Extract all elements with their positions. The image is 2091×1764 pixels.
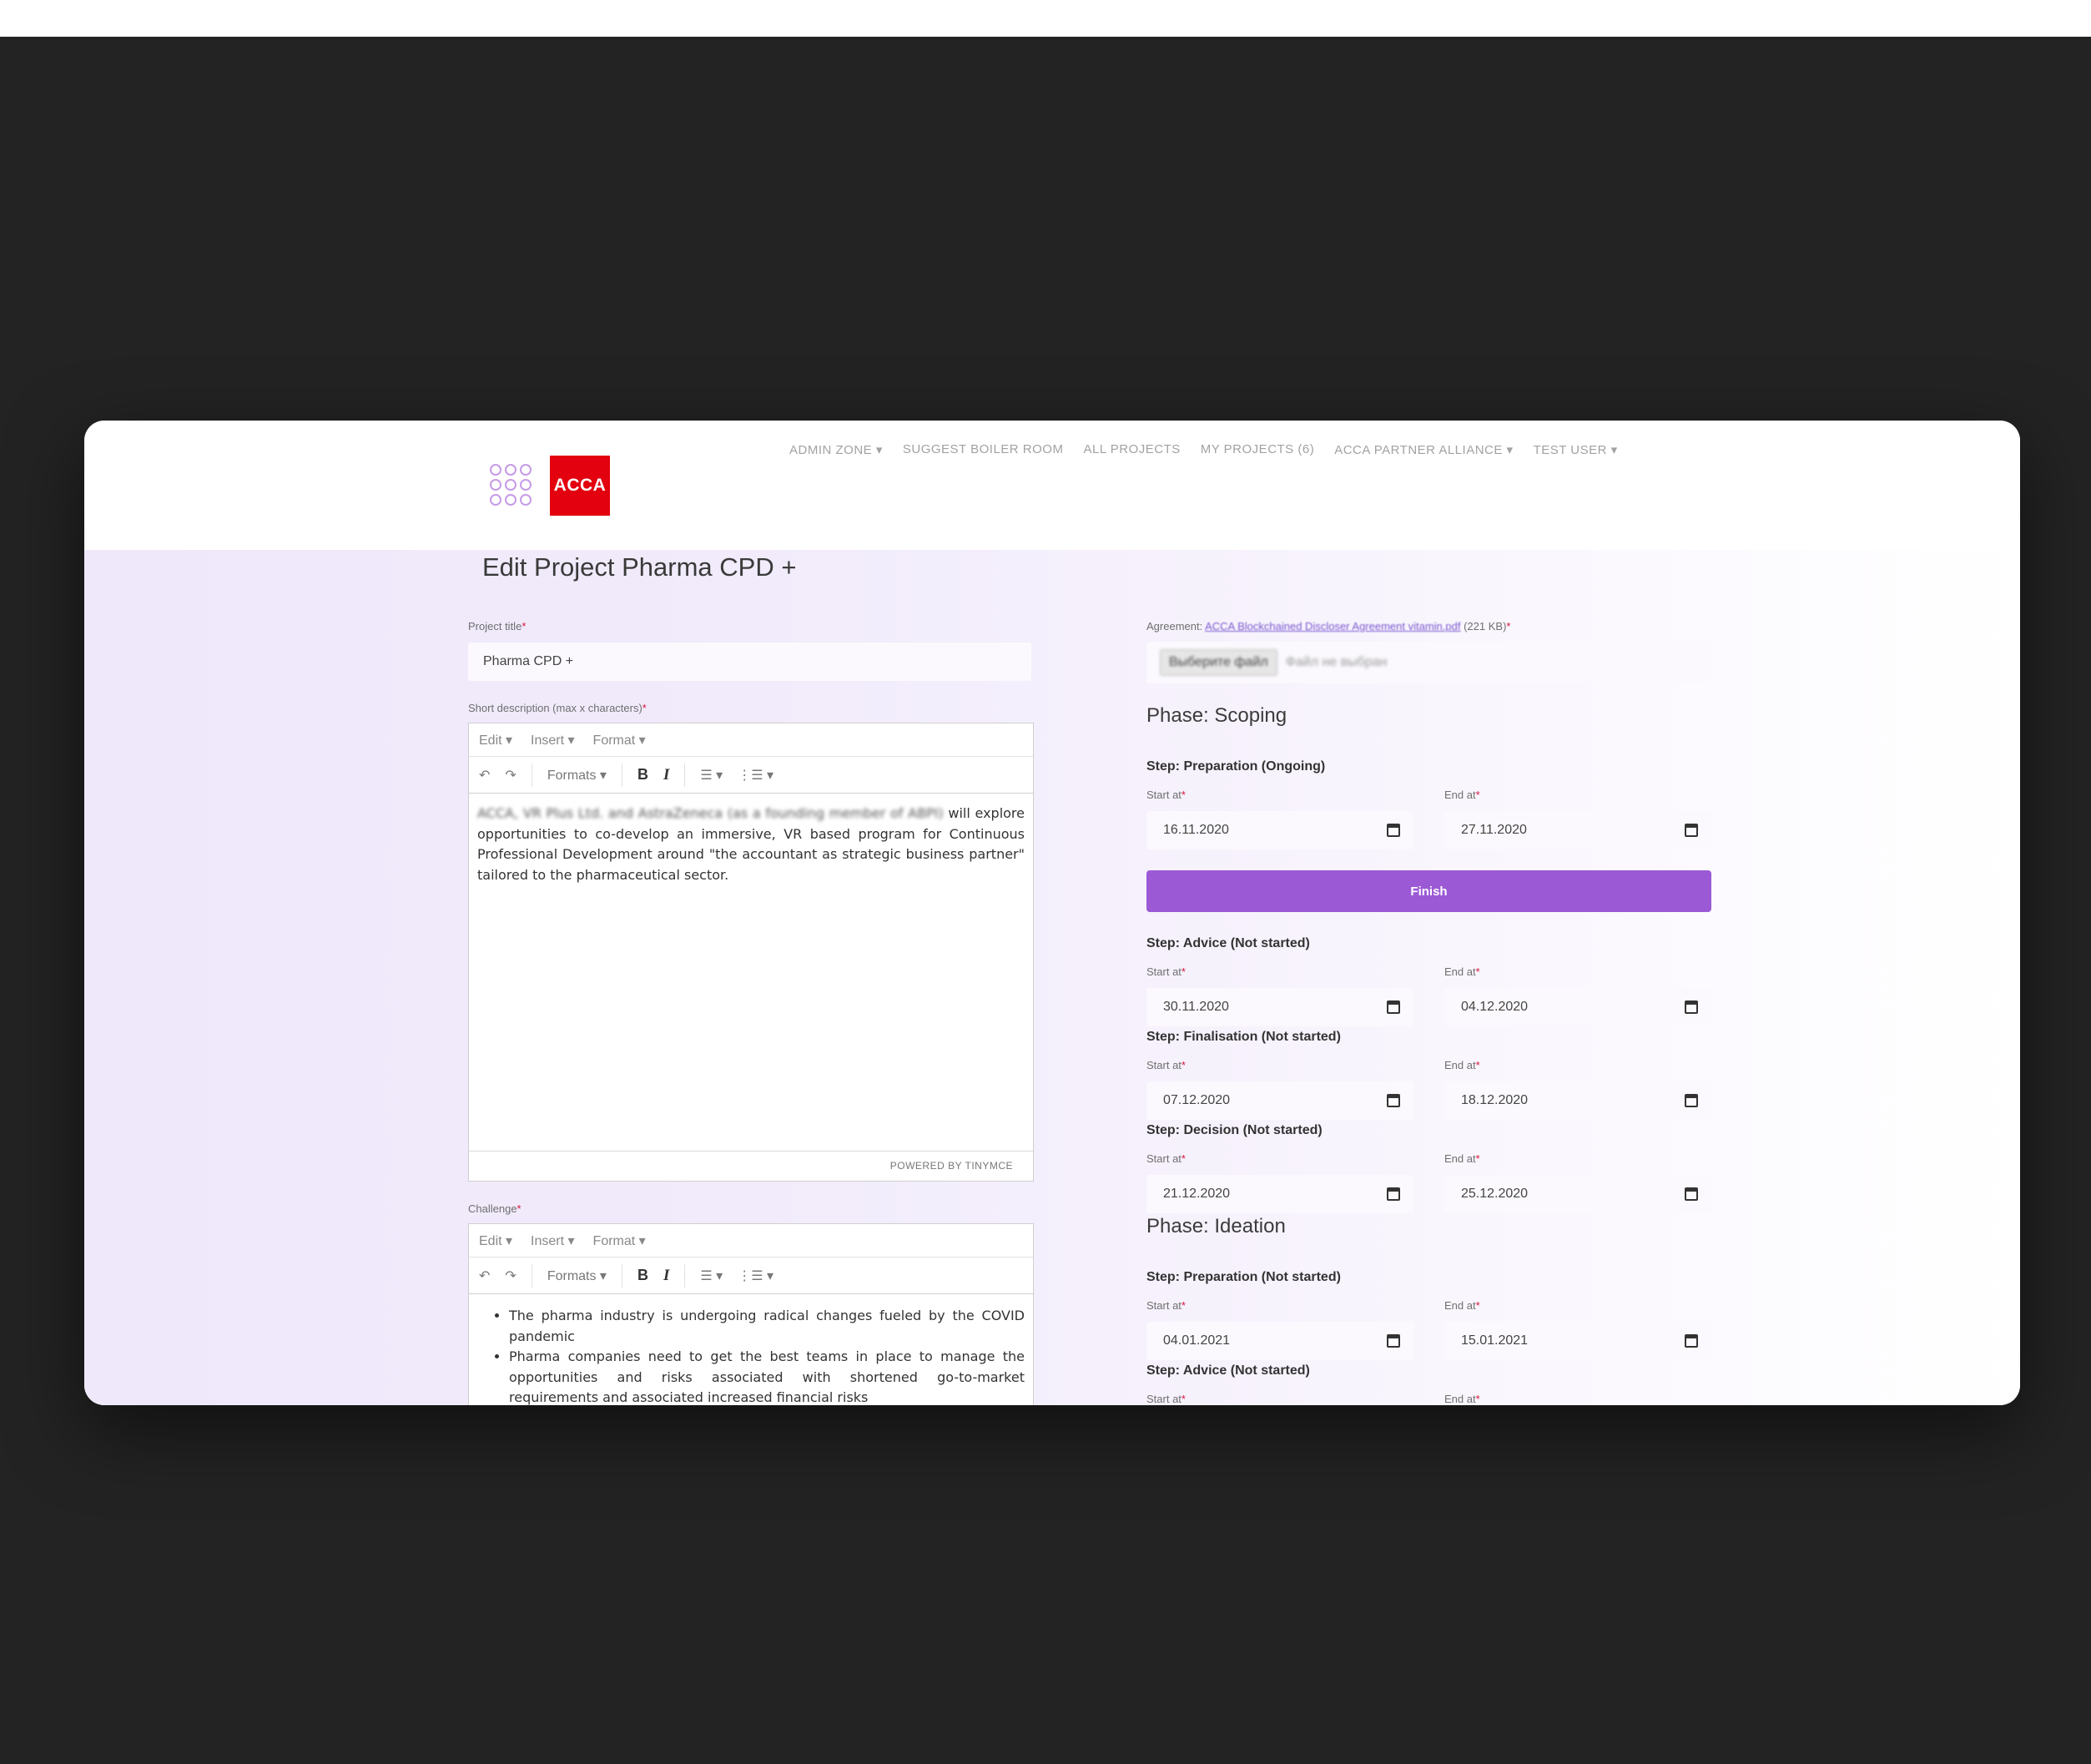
start-label: Start at*	[1146, 1059, 1186, 1071]
calendar-icon[interactable]	[1387, 1187, 1400, 1201]
phase-ideation-heading: Phase: Ideation	[1146, 1215, 1286, 1237]
end-label: End at*	[1444, 1299, 1480, 1312]
editor-menu-insert[interactable]: Insert ▾	[531, 1232, 575, 1249]
end-date-input[interactable]: 18.12.2020	[1444, 1081, 1711, 1120]
nav-my-projects[interactable]: MY PROJECTS (6)	[1201, 442, 1314, 457]
challenge-text[interactable]: The pharma industry is undergoing radica…	[469, 1294, 1033, 1405]
redo-icon[interactable]: ↷	[505, 767, 516, 784]
end-label: End at*	[1444, 1393, 1480, 1405]
no-file-label: Файл не выбран	[1285, 655, 1388, 669]
agreement-file-link[interactable]: ACCA Blockchained Discloser Agreement vi…	[1205, 620, 1460, 633]
undo-icon[interactable]: ↶	[479, 1268, 490, 1284]
phase-scoping-heading: Phase: Scoping	[1146, 704, 1287, 727]
editor-toolbar: ↶ ↷ Formats ▾ B I ☰ ▾ ⋮☰ ▾	[469, 757, 1033, 794]
editor-toolbar: ↶ ↷ Formats ▾ B I ☰ ▾ ⋮☰ ▾	[469, 1257, 1033, 1294]
list-item: The pharma industry is undergoing radica…	[509, 1306, 1025, 1347]
calendar-icon[interactable]	[1387, 824, 1400, 837]
editor-menu-edit[interactable]: Edit ▾	[479, 732, 512, 748]
calendar-icon[interactable]	[1685, 1187, 1698, 1201]
editor-menu-edit[interactable]: Edit ▾	[479, 1232, 512, 1249]
start-date-input[interactable]: 30.11.2020	[1146, 988, 1413, 1026]
project-title-input[interactable]: Pharma CPD +	[468, 643, 1031, 681]
start-date-input[interactable]: 21.12.2020	[1146, 1175, 1413, 1213]
nav-test-user[interactable]: TEST USER ▾	[1534, 442, 1618, 457]
choose-file-button[interactable]: Выберите файл	[1160, 649, 1277, 676]
top-strip	[0, 0, 2091, 37]
calendar-icon[interactable]	[1685, 1334, 1698, 1348]
calendar-icon[interactable]	[1685, 824, 1698, 837]
step-title: Step: Advice (Not started)	[1146, 1363, 1310, 1378]
start-label: Start at*	[1146, 1393, 1186, 1405]
nav-all-projects[interactable]: ALL PROJECTS	[1083, 442, 1180, 457]
finish-button[interactable]: Finish	[1146, 870, 1711, 912]
calendar-icon[interactable]	[1387, 1094, 1400, 1107]
start-label: Start at*	[1146, 789, 1186, 801]
bullet-list-icon[interactable]: ☰ ▾	[700, 1268, 723, 1284]
editor-menubar: Edit ▾ Insert ▾ Format ▾	[469, 723, 1033, 757]
bold-icon[interactable]: B	[637, 1267, 648, 1284]
undo-icon[interactable]: ↶	[479, 767, 490, 784]
editor-menu-format[interactable]: Format ▾	[593, 1232, 646, 1249]
short-description-editor: Edit ▾ Insert ▾ Format ▾ ↶ ↷ Formats ▾ B…	[468, 723, 1034, 1182]
partner-logo-icon[interactable]	[490, 464, 532, 506]
short-description-label: Short description (max x characters)*	[468, 702, 647, 714]
start-date-input[interactable]: 04.01.2021	[1146, 1322, 1413, 1360]
start-label: Start at*	[1146, 1299, 1186, 1312]
toolbar-divider	[684, 1263, 686, 1288]
page-title: Edit Project Pharma CPD +	[482, 552, 797, 582]
short-description-text[interactable]: ACCA, VR Plus Ltd. and AstraZeneca (as a…	[469, 794, 1033, 895]
challenge-editor: Edit ▾ Insert ▾ Format ▾ ↶ ↷ Formats ▾ B…	[468, 1223, 1034, 1405]
bullet-list-icon[interactable]: ☰ ▾	[700, 767, 723, 784]
editor-statusbar: POWERED BY TINYMCE	[469, 1151, 1033, 1181]
calendar-icon[interactable]	[1387, 1000, 1400, 1014]
content-background	[84, 550, 2020, 1405]
list-item: Pharma companies need to get the best te…	[509, 1347, 1025, 1405]
nav-acca-partner-alliance[interactable]: ACCA PARTNER ALLIANCE ▾	[1334, 442, 1513, 457]
nav-admin-zone[interactable]: ADMIN ZONE ▾	[789, 442, 883, 457]
toolbar-divider	[684, 763, 686, 787]
calendar-icon[interactable]	[1387, 1334, 1400, 1348]
editor-menu-insert[interactable]: Insert ▾	[531, 732, 575, 748]
formats-dropdown[interactable]: Formats ▾	[547, 767, 607, 784]
main-nav: ADMIN ZONE ▾ SUGGEST BOILER ROOM ALL PRO…	[789, 442, 1618, 457]
calendar-icon[interactable]	[1685, 1094, 1698, 1107]
end-date-input[interactable]: 25.12.2020	[1444, 1175, 1711, 1213]
end-date-input[interactable]: 27.11.2020	[1444, 811, 1711, 849]
step-title: Step: Advice (Not started)	[1146, 936, 1310, 950]
step-title: Step: Finalisation (Not started)	[1146, 1030, 1341, 1044]
editor-menubar: Edit ▾ Insert ▾ Format ▾	[469, 1224, 1033, 1257]
start-label: Start at*	[1146, 1152, 1186, 1165]
bold-icon[interactable]: B	[637, 766, 648, 784]
step-title: Step: Preparation (Not started)	[1146, 1270, 1341, 1284]
project-title-label: Project title*	[468, 620, 527, 633]
start-label: Start at*	[1146, 965, 1186, 978]
start-date-input[interactable]: 16.11.2020	[1146, 811, 1413, 849]
acca-logo[interactable]: ACCA	[550, 456, 610, 516]
numbered-list-icon[interactable]: ⋮☰ ▾	[738, 1268, 773, 1284]
challenge-label: Challenge*	[468, 1202, 521, 1215]
nav-suggest-boiler-room[interactable]: SUGGEST BOILER ROOM	[903, 442, 1064, 457]
end-label: End at*	[1444, 1059, 1480, 1071]
powered-by-label: POWERED BY TINYMCE	[889, 1160, 1013, 1172]
italic-icon[interactable]: I	[663, 1267, 669, 1285]
start-date-input[interactable]: 07.12.2020	[1146, 1081, 1413, 1120]
blurred-text: ACCA, VR Plus Ltd. and AstraZeneca (as a…	[477, 805, 944, 821]
numbered-list-icon[interactable]: ⋮☰ ▾	[738, 767, 773, 784]
formats-dropdown[interactable]: Formats ▾	[547, 1268, 607, 1284]
end-label: End at*	[1444, 789, 1480, 801]
editor-menu-format[interactable]: Format ▾	[593, 732, 646, 748]
redo-icon[interactable]: ↷	[505, 1268, 516, 1284]
step-title: Step: Decision (Not started)	[1146, 1123, 1323, 1137]
agreement-file-input[interactable]: Выберите файл Файл не выбран	[1146, 642, 1711, 683]
site-header	[84, 421, 2020, 550]
browser-window: ACCA ADMIN ZONE ▾ SUGGEST BOILER ROOM AL…	[84, 421, 2020, 1405]
italic-icon[interactable]: I	[663, 766, 669, 784]
end-date-input[interactable]: 04.12.2020	[1444, 988, 1711, 1026]
end-label: End at*	[1444, 965, 1480, 978]
calendar-icon[interactable]	[1685, 1000, 1698, 1014]
end-date-input[interactable]: 15.01.2021	[1444, 1322, 1711, 1360]
end-label: End at*	[1444, 1152, 1480, 1165]
step-title: Step: Preparation (Ongoing)	[1146, 759, 1326, 774]
agreement-label: Agreement: ACCA Blockchained Discloser A…	[1146, 620, 1511, 633]
